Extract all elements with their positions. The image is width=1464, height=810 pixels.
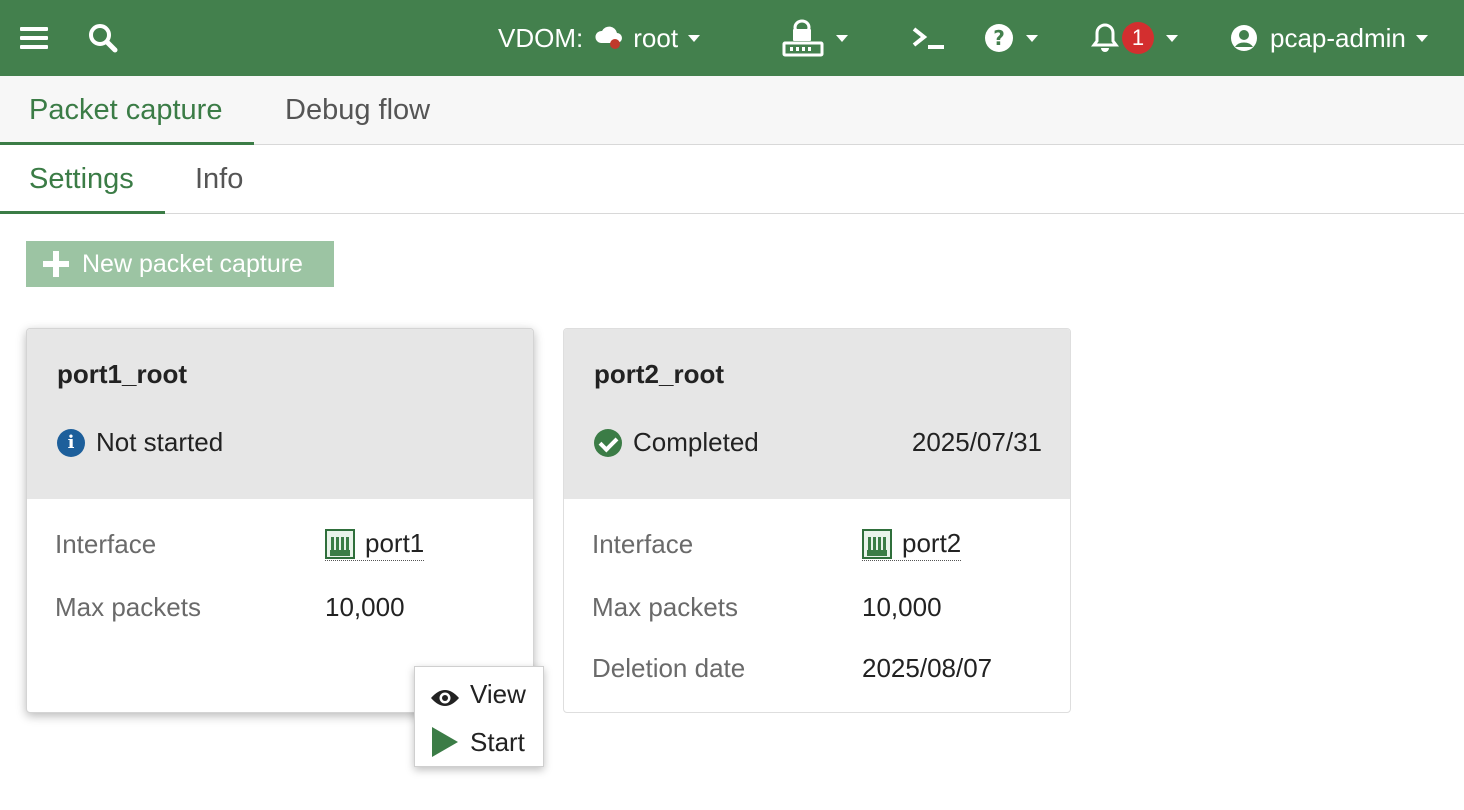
interface-row: Interface port1	[55, 528, 425, 561]
notifications-button[interactable]: 1	[1090, 0, 1178, 76]
card-header: port1_root i Not started	[27, 329, 533, 499]
interface-row: Interface port2	[592, 528, 962, 561]
card-title: port2_root	[594, 359, 724, 389]
menu-icon[interactable]	[20, 0, 48, 76]
bell-icon	[1090, 22, 1120, 54]
card-context-menu: View Start	[414, 666, 544, 767]
new-packet-capture-button[interactable]: New packet capture	[26, 241, 334, 287]
chevron-down-icon	[1415, 34, 1428, 42]
svg-text:?: ?	[993, 26, 1005, 50]
max-packets-label: Max packets	[592, 592, 738, 622]
max-packets-row: Max packets 10,000	[55, 592, 405, 623]
tab-info[interactable]: Info	[195, 145, 243, 214]
chevron-down-icon	[836, 34, 848, 42]
card-status: i Not started	[57, 427, 223, 458]
help-button[interactable]: ?	[984, 0, 1038, 76]
user-name: pcap-admin	[1270, 22, 1406, 53]
card-status: Completed	[594, 427, 759, 458]
tab-settings[interactable]: Settings	[29, 145, 134, 214]
ethernet-port-icon	[862, 528, 892, 559]
top-bar: VDOM: root ? 1 pcap-admin	[0, 0, 1464, 76]
vdom-label: VDOM:	[498, 22, 584, 53]
help-icon: ?	[984, 23, 1014, 53]
info-icon: i	[57, 428, 85, 457]
active-tab-indicator	[0, 211, 165, 214]
vdom-icon	[595, 25, 623, 51]
card-title: port1_root	[57, 359, 187, 389]
device-lock-button[interactable]	[782, 0, 848, 76]
plus-icon	[43, 251, 69, 277]
menu-item-label: Start	[470, 726, 525, 757]
menu-item-start[interactable]: Start	[415, 719, 545, 765]
capture-card-port2-root[interactable]: port2_root Completed 2025/07/31 Interfac…	[563, 328, 1071, 713]
tab-packet-capture[interactable]: Packet capture	[29, 76, 222, 145]
menu-item-label: View	[470, 678, 526, 709]
status-date: 2025/07/31	[911, 427, 1042, 457]
new-packet-capture-label: New packet capture	[82, 249, 303, 278]
status-text: Not started	[96, 427, 224, 457]
vdom-selector[interactable]: VDOM: root	[498, 0, 701, 76]
deletion-date-row: Deletion date 2025/08/07	[592, 653, 992, 684]
max-packets-row: Max packets 10,000	[592, 592, 942, 623]
deletion-date-value: 2025/08/07	[862, 653, 993, 683]
chevron-down-icon	[688, 34, 701, 42]
status-text: Completed	[633, 427, 759, 457]
user-icon	[1230, 24, 1258, 52]
search-icon[interactable]	[88, 0, 118, 76]
terminal-icon[interactable]	[912, 0, 944, 76]
capture-card-port1-root[interactable]: port1_root i Not started Interface port1…	[26, 328, 534, 713]
card-header: port2_root Completed 2025/07/31	[564, 329, 1070, 499]
secondary-tabs: Settings Info	[0, 145, 1464, 214]
interface-value: port1	[365, 528, 425, 558]
user-menu[interactable]: pcap-admin	[1230, 0, 1428, 76]
chevron-down-icon	[1026, 34, 1038, 42]
interface-label: Interface	[55, 529, 157, 559]
eye-icon	[430, 684, 460, 706]
interface-link[interactable]: port2	[862, 528, 962, 561]
chevron-down-icon	[1166, 34, 1178, 42]
interface-value: port2	[902, 528, 962, 558]
menu-item-view[interactable]: View	[415, 671, 545, 717]
interface-label: Interface	[592, 529, 694, 559]
notification-badge: 1	[1122, 22, 1154, 54]
max-packets-value: 10,000	[325, 592, 405, 622]
interface-link[interactable]: port1	[325, 528, 425, 561]
max-packets-value: 10,000	[862, 592, 942, 622]
deletion-date-label: Deletion date	[592, 653, 746, 683]
device-lock-icon	[782, 19, 824, 57]
max-packets-label: Max packets	[55, 592, 201, 622]
ethernet-port-icon	[325, 528, 355, 559]
check-circle-icon	[594, 428, 622, 457]
play-icon	[432, 727, 458, 757]
vdom-value: root	[633, 22, 679, 53]
primary-tabs: Packet capture Debug flow	[0, 76, 1464, 145]
tab-debug-flow[interactable]: Debug flow	[285, 76, 430, 145]
